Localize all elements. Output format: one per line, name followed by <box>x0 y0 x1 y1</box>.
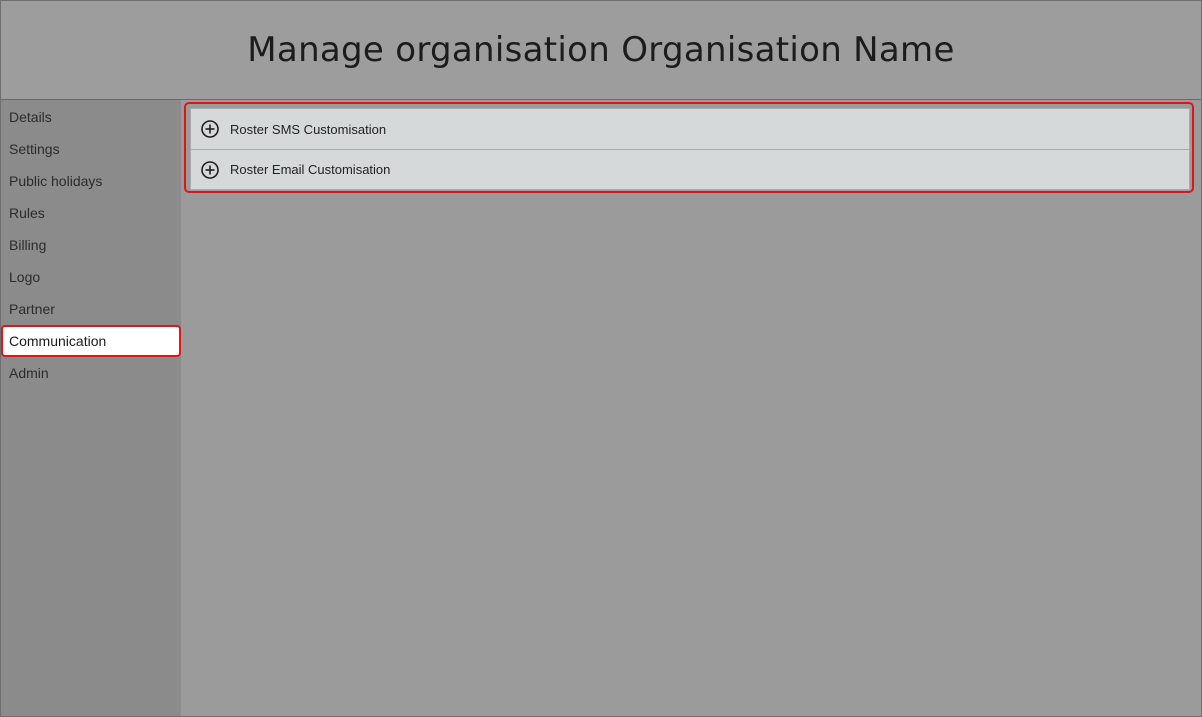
sidebar-item-logo[interactable]: Logo <box>1 261 181 293</box>
sidebar-item-settings[interactable]: Settings <box>1 133 181 165</box>
accordion-item-label: Roster Email Customisation <box>230 162 391 177</box>
sidebar-item-details[interactable]: Details <box>1 101 181 133</box>
sidebar-item-communication[interactable]: Communication <box>1 325 181 357</box>
sidebar-item-partner[interactable]: Partner <box>1 293 181 325</box>
sidebar: Details Settings Public holidays Rules B… <box>1 100 181 716</box>
communication-accordion: Roster SMS Customisation Roster Email Cu… <box>190 108 1190 190</box>
main-content: Roster SMS Customisation Roster Email Cu… <box>181 100 1201 716</box>
page-header: Manage organisation Organisation Name <box>1 1 1201 100</box>
app-window: Manage organisation Organisation Name De… <box>0 0 1202 717</box>
accordion-item-label: Roster SMS Customisation <box>230 121 387 137</box>
sidebar-item-admin[interactable]: Admin <box>1 357 181 389</box>
sidebar-item-public-holidays[interactable]: Public holidays <box>1 165 181 197</box>
sidebar-nav: Details Settings Public holidays Rules B… <box>1 100 181 389</box>
plus-circle-icon <box>201 160 219 179</box>
page-title: Manage organisation Organisation Name <box>247 30 955 70</box>
sidebar-item-rules[interactable]: Rules <box>1 197 181 229</box>
plus-circle-icon <box>201 120 219 138</box>
sidebar-item-billing[interactable]: Billing <box>1 229 181 261</box>
accordion-item-roster-email-customisation[interactable]: Roster Email Customisation <box>191 149 1189 189</box>
communication-sections-highlight: Roster SMS Customisation Roster Email Cu… <box>184 102 1194 193</box>
accordion-item-roster-sms-customisation[interactable]: Roster SMS Customisation <box>191 109 1189 149</box>
